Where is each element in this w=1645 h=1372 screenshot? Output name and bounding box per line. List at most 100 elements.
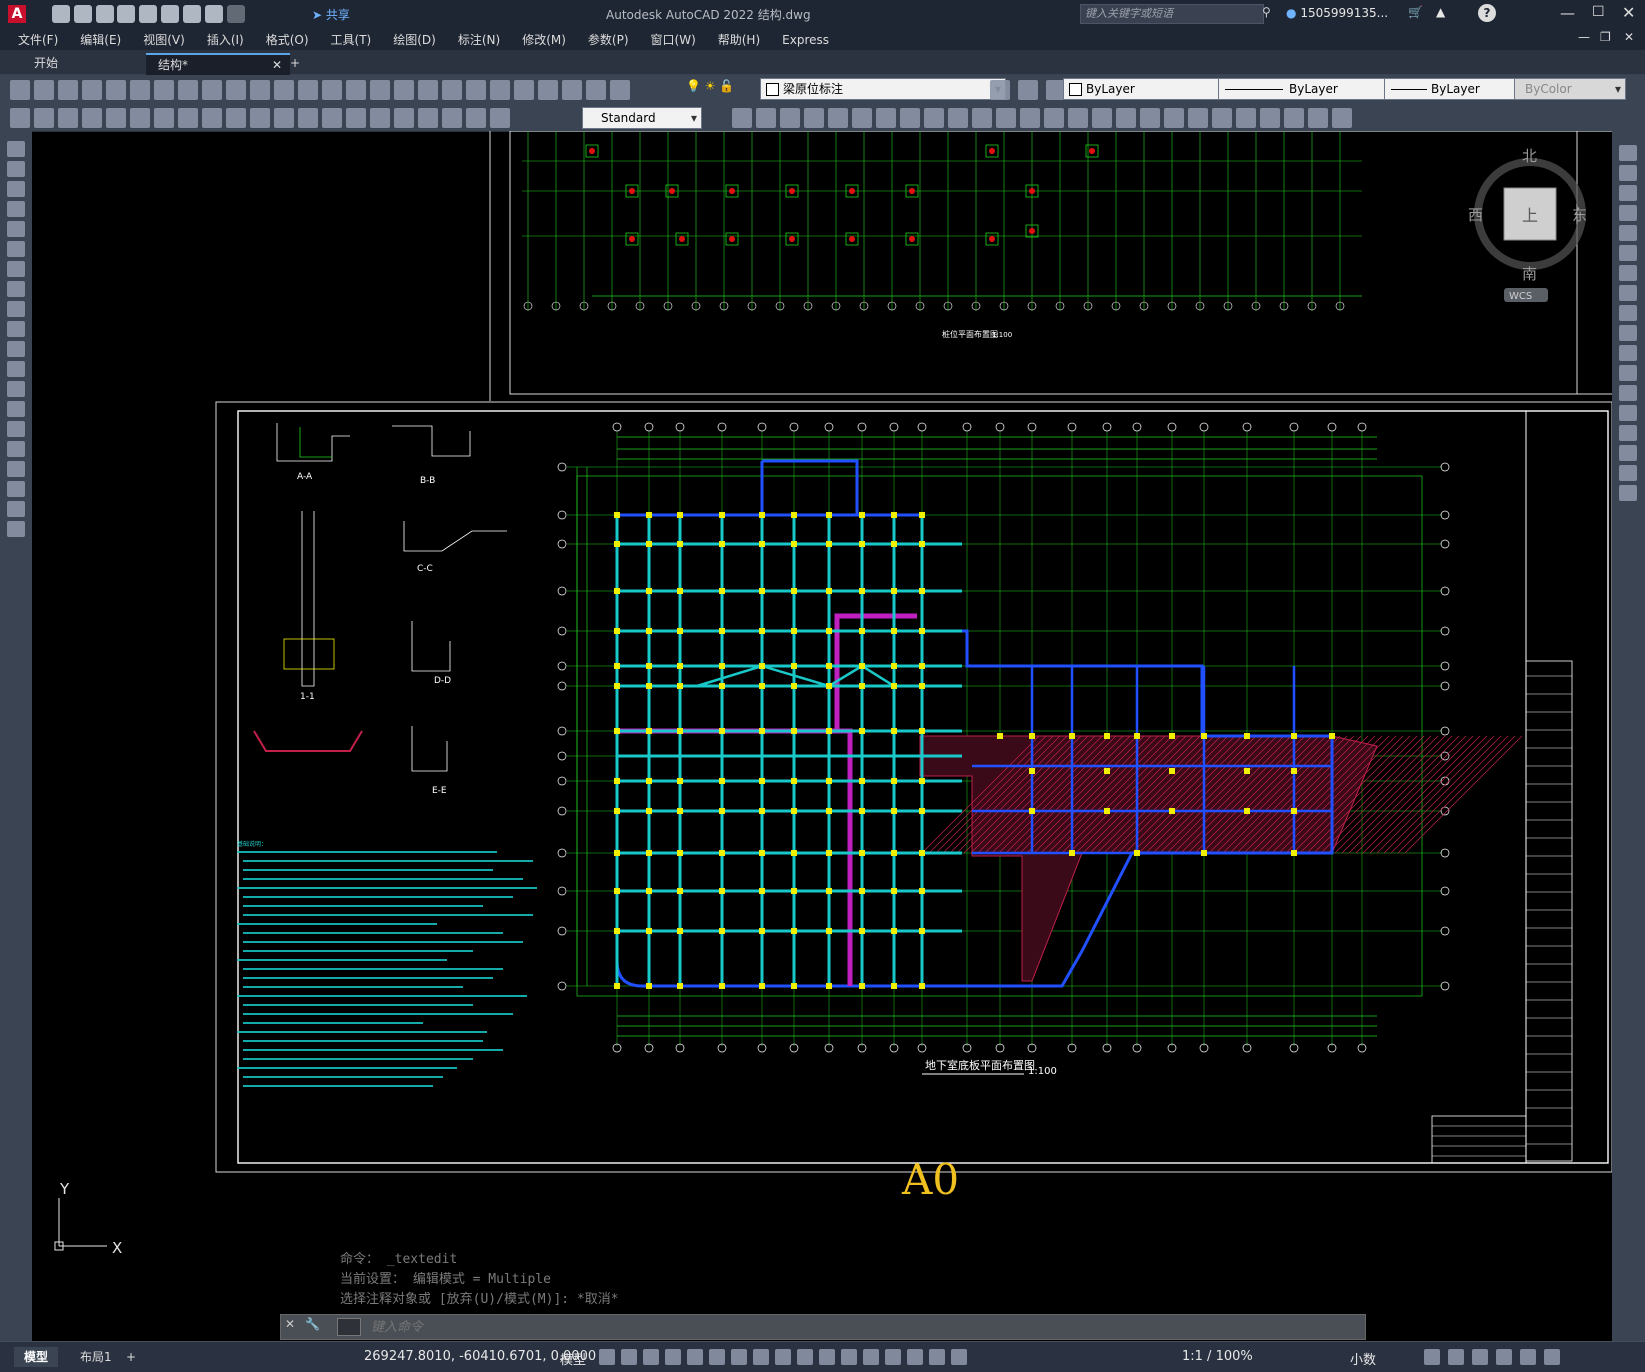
zoom-realtime-icon[interactable] <box>370 80 390 100</box>
circle-icon[interactable] <box>7 261 25 277</box>
offset-r-icon[interactable] <box>1619 205 1637 221</box>
help-icon[interactable] <box>586 80 606 100</box>
properties-icon[interactable] <box>442 80 462 100</box>
pan-icon[interactable] <box>346 80 366 100</box>
menu-item[interactable]: Express <box>782 33 829 47</box>
table-icon[interactable] <box>1308 108 1328 128</box>
help-icon[interactable]: ? <box>1478 4 1496 22</box>
zoom-previous-icon[interactable] <box>418 80 438 100</box>
print-icon[interactable] <box>182 5 201 23</box>
dim-jogged-icon[interactable] <box>130 108 150 128</box>
designcenter-icon[interactable] <box>466 80 486 100</box>
save-icon[interactable] <box>58 80 78 100</box>
customize-icon[interactable] <box>1544 1349 1560 1365</box>
extend-icon[interactable] <box>972 108 992 128</box>
stretch-r-icon[interactable] <box>1619 305 1637 321</box>
annotation-visibility-icon[interactable] <box>929 1349 945 1365</box>
ungroup-icon[interactable] <box>1188 108 1208 128</box>
plot-icon[interactable] <box>82 80 102 100</box>
mirror-r-icon[interactable] <box>1619 185 1637 201</box>
group-icon[interactable] <box>1164 108 1184 128</box>
fillet-icon[interactable] <box>1092 108 1112 128</box>
save-icon[interactable] <box>95 5 114 23</box>
table-draw-icon[interactable] <box>7 481 25 497</box>
scale-r-icon[interactable] <box>1619 285 1637 301</box>
menu-item[interactable]: 工具(T) <box>331 31 372 48</box>
isolate-icon[interactable] <box>1472 1349 1488 1365</box>
dim-diameter-icon[interactable] <box>154 108 174 128</box>
rotate-icon[interactable] <box>876 108 896 128</box>
arc-icon[interactable] <box>7 241 25 257</box>
menu-item[interactable]: 绘图(D) <box>393 31 436 48</box>
dim-quick-icon[interactable] <box>202 108 222 128</box>
dim-baseline-icon[interactable] <box>226 108 246 128</box>
add-layout-button[interactable]: + <box>126 1347 136 1367</box>
units-select[interactable]: 小数 <box>1350 1349 1376 1368</box>
text-style-select[interactable]: Standard <box>582 107 702 129</box>
user-account[interactable]: ● 1505999135... <box>1286 6 1388 20</box>
viewcube-south[interactable]: 南 <box>1522 265 1537 283</box>
layer-select[interactable]: 梁原位标注 <box>760 78 1006 100</box>
dim-update-icon[interactable] <box>466 108 486 128</box>
erase-r-icon[interactable] <box>1619 145 1637 161</box>
viewcube-east[interactable]: 东 <box>1572 206 1587 224</box>
move-r-icon[interactable] <box>1619 245 1637 261</box>
markup-icon[interactable] <box>538 80 558 100</box>
extend-r-icon[interactable] <box>1619 345 1637 361</box>
grid-icon[interactable] <box>599 1349 615 1365</box>
layer-match-icon[interactable] <box>1017 80 1038 100</box>
jogged-linear-icon[interactable] <box>394 108 414 128</box>
model-space-button[interactable]: 模型 <box>560 1349 586 1368</box>
3dprint-icon[interactable] <box>154 80 174 100</box>
gradient-icon[interactable] <box>1284 108 1304 128</box>
polygon-icon[interactable] <box>7 201 25 217</box>
open-icon[interactable] <box>73 5 92 23</box>
lock-ui-icon[interactable] <box>1448 1349 1464 1365</box>
make-block-icon[interactable] <box>7 381 25 397</box>
snap-icon[interactable] <box>621 1349 637 1365</box>
preview-icon[interactable] <box>106 80 126 100</box>
share-button[interactable]: ➤ 共享 <box>312 6 350 23</box>
sheetset-icon[interactable] <box>514 80 534 100</box>
copy-r-icon[interactable] <box>1619 165 1637 181</box>
point-icon[interactable] <box>7 401 25 417</box>
annotation-scale[interactable]: 1:1 / 100% <box>1182 1349 1253 1364</box>
pedit-r-icon[interactable] <box>1619 485 1637 501</box>
toolpalette-icon[interactable] <box>490 80 510 100</box>
dim-arc-icon[interactable] <box>58 108 78 128</box>
tab-start[interactable]: 开始 <box>22 53 156 73</box>
autodesk-a360-icon[interactable]: ▲ <box>1436 5 1445 19</box>
viewcube-north[interactable]: 北 <box>1522 147 1537 165</box>
clean-screen-icon[interactable] <box>1520 1349 1536 1365</box>
minimize-button[interactable]: — <box>1560 4 1575 22</box>
offset-icon[interactable] <box>804 108 824 128</box>
region-icon[interactable] <box>1236 108 1256 128</box>
plotstyle-select[interactable]: ByColor <box>1514 78 1626 100</box>
redo-icon[interactable] <box>322 80 342 100</box>
menu-item[interactable]: 文件(F) <box>18 31 58 48</box>
boundary-icon[interactable] <box>1212 108 1232 128</box>
layer-lock-icon[interactable]: 🔓 <box>719 79 734 93</box>
ellipse-icon[interactable] <box>7 321 25 337</box>
quick-properties-icon[interactable] <box>1424 1349 1440 1365</box>
cart-icon[interactable]: 🛒 <box>1408 5 1423 19</box>
dim-style-icon[interactable] <box>490 108 510 128</box>
command-customize-icon[interactable]: 🔧 <box>305 1317 320 1331</box>
blend-r-icon[interactable] <box>1619 445 1637 461</box>
drawing-canvas[interactable]: 桩位平面布置图 1:100 A-A B-B C-C D-D E-E 1-1 基础… <box>32 131 1612 1341</box>
polar-icon[interactable] <box>687 1349 703 1365</box>
insert-block-icon[interactable] <box>7 361 25 377</box>
break-point-icon[interactable] <box>996 108 1016 128</box>
block-icon[interactable] <box>274 80 294 100</box>
3dosnap-icon[interactable] <box>841 1349 857 1365</box>
doc-close-button[interactable]: ✕ <box>1624 30 1634 44</box>
export-icon[interactable] <box>139 5 158 23</box>
mirror-icon[interactable] <box>780 108 800 128</box>
fillet-r-icon[interactable] <box>1619 425 1637 441</box>
dim-break-icon[interactable] <box>298 108 318 128</box>
chamfer-r-icon[interactable] <box>1619 405 1637 421</box>
cut-icon[interactable] <box>178 80 198 100</box>
auto-scale-icon[interactable] <box>951 1349 967 1365</box>
menu-item[interactable]: 视图(V) <box>143 31 185 48</box>
array-icon[interactable] <box>828 108 848 128</box>
